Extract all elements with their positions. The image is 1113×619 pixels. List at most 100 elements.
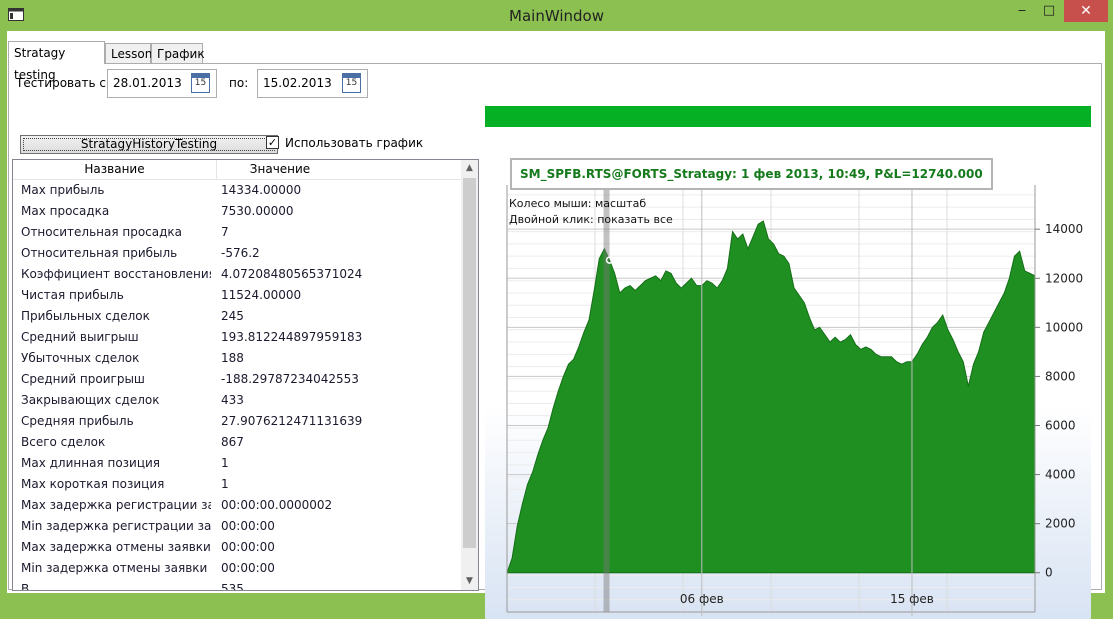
row-value: 1 bbox=[221, 477, 229, 491]
row-name: Min задержка регистрации заявки bbox=[21, 519, 211, 533]
stats-scrollbar[interactable]: ▲ ▼ bbox=[461, 160, 478, 590]
from-date-value[interactable]: 28.01.2013 bbox=[113, 76, 182, 90]
row-name: Прибыльных сделок bbox=[21, 309, 150, 323]
maximize-button[interactable]: □ bbox=[1036, 0, 1062, 22]
chart-legend: SM_SPFB.RTS@FORTS_Stratagy: 1 фев 2013, … bbox=[510, 158, 993, 190]
stats-grid-header: Название Значение bbox=[13, 160, 461, 180]
row-value: 27.9076212471131639 bbox=[221, 414, 363, 428]
table-row[interactable]: Убыточных сделок 188 bbox=[13, 348, 461, 369]
y-tick-label: 0 bbox=[1045, 566, 1053, 580]
test-progress-bar bbox=[485, 106, 1091, 127]
y-tick-label: 8000 bbox=[1045, 369, 1076, 383]
table-row[interactable]: Средняя прибыль 27.9076212471131639 bbox=[13, 411, 461, 432]
row-value: 245 bbox=[221, 309, 244, 323]
row-name: Min задержка отмены заявки bbox=[21, 561, 208, 575]
table-row[interactable]: Max просадка 7530.00000 bbox=[13, 201, 461, 222]
to-date-value[interactable]: 15.02.2013 bbox=[263, 76, 332, 90]
row-name: Средний проигрыш bbox=[21, 372, 145, 386]
row-name: Убыточных сделок bbox=[21, 351, 140, 365]
y-tick-label: 6000 bbox=[1045, 418, 1076, 432]
tab-grafik[interactable]: График bbox=[151, 43, 205, 63]
row-value: 00:00:00.0000002 bbox=[221, 498, 333, 512]
table-row[interactable]: Max задержка отмены заявки 00:00:00 bbox=[13, 537, 461, 558]
cursor-line bbox=[603, 185, 610, 612]
table-row[interactable]: Всего сделок 867 bbox=[13, 432, 461, 453]
row-name: Относительная прибыль bbox=[21, 246, 178, 260]
row-name: Относительная просадка bbox=[21, 225, 183, 239]
row-value: 14334.00000 bbox=[221, 183, 302, 197]
scroll-up-icon[interactable]: ▲ bbox=[461, 160, 478, 177]
close-button[interactable]: ✕ bbox=[1064, 0, 1108, 22]
row-name: Средняя прибыль bbox=[21, 414, 134, 428]
row-name: Чистая прибыль bbox=[21, 288, 124, 302]
row-value: 4.07208480565371024 bbox=[221, 267, 363, 281]
row-value: 535 bbox=[221, 582, 244, 591]
tab-stratagy-testing[interactable]: Stratagy testing bbox=[8, 41, 105, 82]
use-chart-checkbox[interactable]: ✓ bbox=[266, 136, 279, 149]
table-row[interactable]: Средний проигрыш -188.29787234042553 bbox=[13, 369, 461, 390]
chart-hint-reset: Двойной клик: показать все bbox=[509, 213, 673, 226]
row-value: 1 bbox=[221, 456, 229, 470]
window-client: Stratagy testing Lesson График Тестирова… bbox=[7, 31, 1105, 619]
row-name: Max просадка bbox=[21, 204, 110, 218]
use-chart-label[interactable]: Использовать график bbox=[285, 136, 423, 150]
row-value: 188 bbox=[221, 351, 244, 365]
x-tick-label: 06 фев bbox=[680, 592, 724, 606]
y-tick-label: 2000 bbox=[1045, 517, 1076, 531]
row-name: В bbox=[21, 582, 30, 591]
row-value: 00:00:00 bbox=[221, 540, 275, 554]
title-bar: MainWindow ‒ □ ✕ bbox=[0, 0, 1113, 32]
table-row[interactable]: Относительная просадка 7 bbox=[13, 222, 461, 243]
row-name: Средний выигрыш bbox=[21, 330, 139, 344]
table-row[interactable]: Прибыльных сделок 245 bbox=[13, 306, 461, 327]
table-row[interactable]: Чистая прибыль 11524.00000 bbox=[13, 285, 461, 306]
column-header-name[interactable]: Название bbox=[13, 162, 216, 176]
table-row[interactable]: Относительная прибыль -576.2 bbox=[13, 243, 461, 264]
row-name: Закрывающих сделок bbox=[21, 393, 160, 407]
stats-rows: Max прибыль 14334.00000 Max просадка 7530.0… bbox=[13, 180, 461, 591]
row-name: Max короткая позиция bbox=[21, 477, 165, 491]
row-name: Коэффициент восстановления bbox=[21, 267, 211, 281]
row-value: 00:00:00 bbox=[221, 519, 275, 533]
minimize-button[interactable]: ‒ bbox=[1008, 0, 1036, 22]
row-value: -576.2 bbox=[221, 246, 260, 260]
table-row[interactable]: Коэффициент восстановления 4.072084805653… bbox=[13, 264, 461, 285]
stratagy-history-testing-button[interactable]: StratagyHistoryTesting bbox=[20, 135, 278, 154]
pnl-area-series bbox=[506, 220, 1036, 574]
row-value: 193.812244897959183 bbox=[221, 330, 363, 344]
row-value: 7530.00000 bbox=[221, 204, 294, 218]
table-row[interactable]: Min задержка отмены заявки 00:00:00 bbox=[13, 558, 461, 579]
window-title: MainWindow bbox=[509, 7, 604, 25]
tab-lesson[interactable]: Lesson bbox=[105, 43, 152, 63]
table-row[interactable]: Max короткая позиция 1 bbox=[13, 474, 461, 495]
scrollbar-thumb[interactable] bbox=[463, 178, 476, 548]
y-tick-label: 4000 bbox=[1045, 468, 1076, 482]
table-row[interactable]: Min задержка регистрации заявки 00:00:00 bbox=[13, 516, 461, 537]
table-row[interactable]: Max прибыль 14334.00000 bbox=[13, 180, 461, 201]
row-name: Всего сделок bbox=[21, 435, 106, 449]
row-value: 433 bbox=[221, 393, 244, 407]
from-date-picker[interactable]: 28.01.2013 15 bbox=[107, 69, 217, 98]
row-name: Max длинная позиция bbox=[21, 456, 161, 470]
row-value: -188.29787234042553 bbox=[221, 372, 359, 386]
table-row[interactable]: Max задержка регистрации заявки 00:00:00.… bbox=[13, 495, 461, 516]
y-tick-label: 14000 bbox=[1045, 222, 1083, 236]
to-date-label: по: bbox=[229, 76, 249, 90]
row-name: Max задержка регистрации заявки bbox=[21, 498, 211, 512]
row-name: Max прибыль bbox=[21, 183, 105, 197]
calendar-icon[interactable]: 15 bbox=[191, 73, 210, 93]
scroll-down-icon[interactable]: ▼ bbox=[461, 573, 478, 590]
row-value: 00:00:00 bbox=[221, 561, 275, 575]
y-tick-label: 12000 bbox=[1045, 271, 1083, 285]
stats-grid[interactable]: Название Значение Max прибыль 14334.00000… bbox=[12, 159, 479, 591]
column-header-value[interactable]: Значение bbox=[217, 162, 343, 176]
progress-fill bbox=[485, 106, 1091, 127]
table-row[interactable]: Средний выигрыш 193.812244897959183 bbox=[13, 327, 461, 348]
table-row[interactable]: Max длинная позиция 1 bbox=[13, 453, 461, 474]
table-row[interactable]: Закрывающих сделок 433 bbox=[13, 390, 461, 411]
to-date-picker[interactable]: 15.02.2013 15 bbox=[257, 69, 368, 98]
y-tick-label: 10000 bbox=[1045, 320, 1083, 334]
table-row[interactable]: В 535 bbox=[13, 579, 461, 591]
pnl-chart[interactable]: 0 2000 4000 6000 8000 10000 12000 14000 06 фев 15… bbox=[485, 145, 1091, 619]
calendar-icon[interactable]: 15 bbox=[342, 73, 361, 93]
